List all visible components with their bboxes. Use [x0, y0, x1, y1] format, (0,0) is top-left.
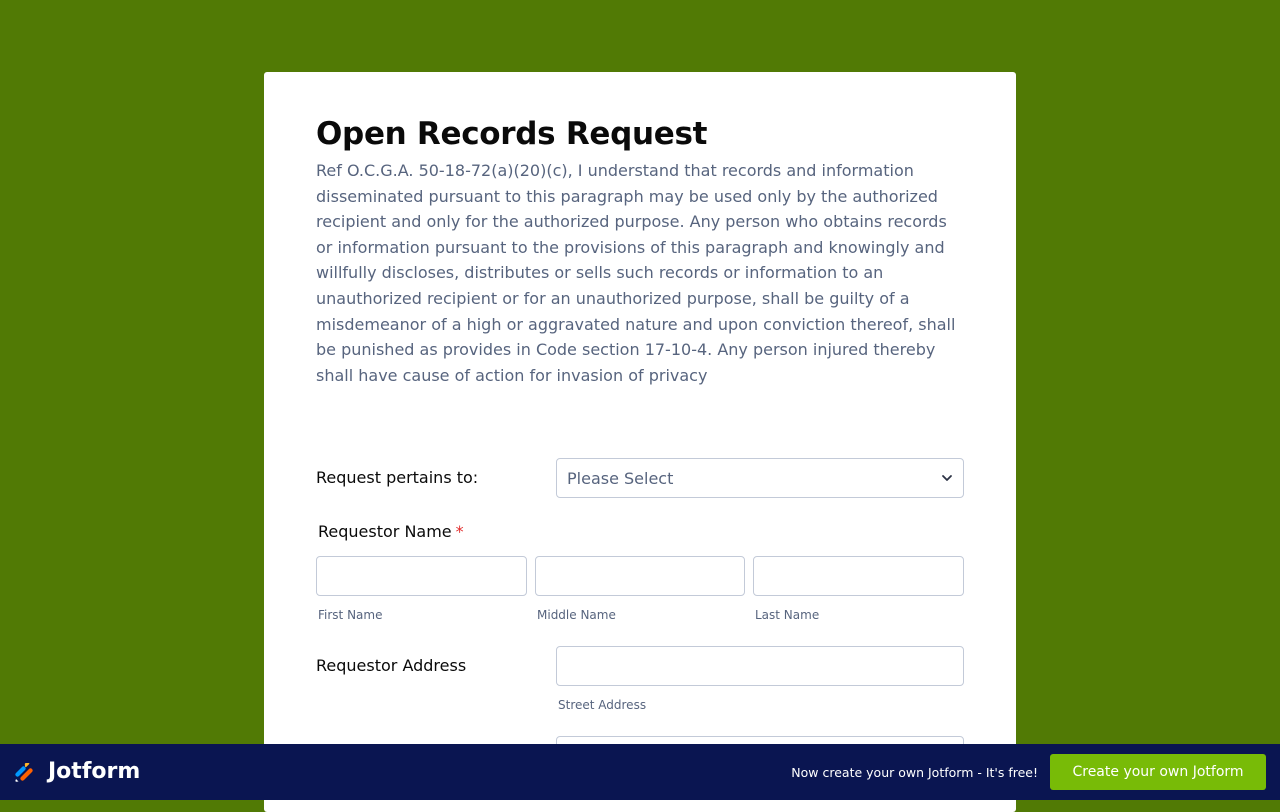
form-card: Open Records Request Ref O.C.G.A. 50-18-…: [264, 72, 1016, 812]
last-name-sublabel: Last Name: [755, 608, 820, 622]
jotform-logo-text[interactable]: Jotform: [48, 758, 140, 786]
first-name-sublabel: First Name: [318, 608, 383, 622]
middle-name-input[interactable]: [535, 556, 745, 596]
requestor-name-label-text: Requestor Name: [318, 522, 452, 541]
request-pertains-selected-value: Please Select: [567, 469, 674, 488]
last-name-input[interactable]: [753, 556, 964, 596]
street-address-input[interactable]: [556, 646, 964, 686]
chevron-down-icon: [942, 475, 952, 481]
street-address-sublabel: Street Address: [558, 698, 647, 712]
create-jotform-button[interactable]: Create your own Jotform: [1050, 754, 1266, 790]
jotform-logo-icon[interactable]: [13, 760, 37, 784]
requestor-name-label: Requestor Name *: [318, 522, 464, 542]
first-name-input[interactable]: [316, 556, 527, 596]
page-title: Open Records Request: [316, 116, 708, 152]
request-pertains-select[interactable]: Please Select: [556, 458, 964, 498]
jotform-footer-bar: Jotform Now create your own Jotform - It…: [0, 744, 1280, 800]
request-pertains-label: Request pertains to:: [316, 468, 479, 487]
middle-name-sublabel: Middle Name: [537, 608, 616, 622]
required-star: *: [455, 522, 464, 541]
requestor-address-label: Requestor Address: [316, 656, 467, 675]
footer-tagline: Now create your own Jotform - It's free!: [791, 765, 1038, 780]
form-description: Ref O.C.G.A. 50-18-72(a)(20)(c), I under…: [316, 161, 956, 385]
